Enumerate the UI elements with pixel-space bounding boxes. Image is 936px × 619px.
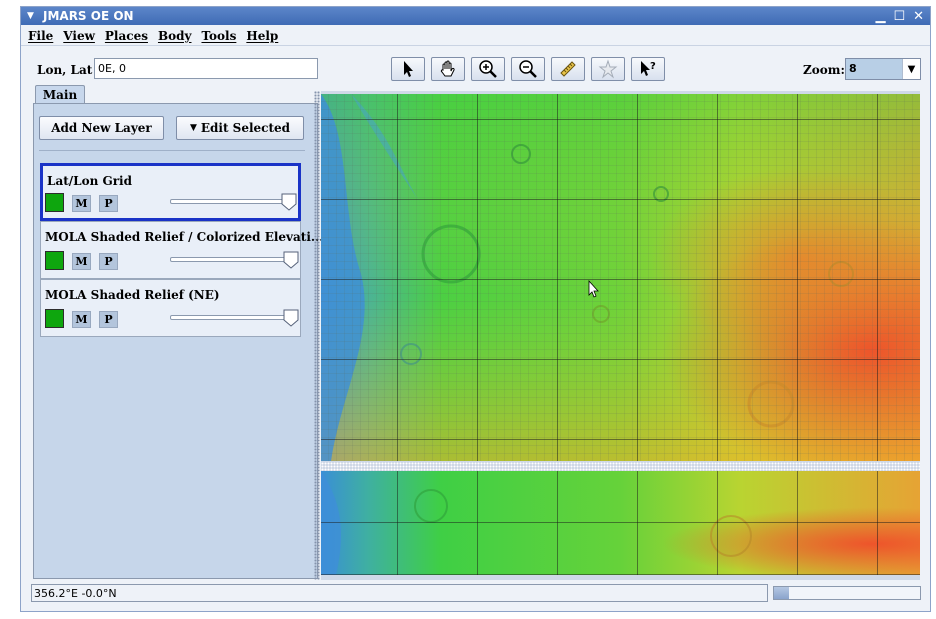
help-pointer-icon: ? (641, 61, 656, 76)
measure-tool-button[interactable] (551, 57, 585, 81)
slider-thumb-icon[interactable] (283, 251, 299, 269)
menu-body[interactable]: Body (158, 29, 192, 43)
window-title: JMARS OE ON (43, 9, 134, 23)
layer-name: MOLA Shaded Relief / Colorized Elevati..… (45, 230, 324, 244)
select-tool-button[interactable] (391, 57, 425, 81)
maximize-icon[interactable]: ☐ (893, 9, 905, 24)
menu-places[interactable]: Places (105, 29, 148, 43)
dropdown-triangle-icon: ▼ (189, 123, 197, 133)
slider-thumb-icon[interactable] (283, 309, 299, 327)
edit-selected-button[interactable]: ▼ Edit Selected (176, 116, 304, 140)
layer-opacity-slider[interactable] (170, 257, 288, 262)
minimize-icon[interactable]: ▁ (875, 9, 885, 24)
panner-map-view[interactable] (321, 471, 920, 575)
layer-main-toggle[interactable]: M (72, 311, 91, 328)
zoom-out-icon (519, 60, 537, 78)
layer-list: Lat/Lon Grid M P MOLA Shaded Relief / Co… (40, 163, 323, 337)
jmars-window: ▼ JMARS OE ON ▁ ☐ ✕ File View Places Bod… (20, 6, 931, 612)
menu-file[interactable]: File (28, 29, 53, 43)
pan-hand-icon (440, 60, 455, 77)
panner-splitter[interactable] (321, 462, 920, 471)
title-bar: ▼ JMARS OE ON ▁ ☐ ✕ (21, 7, 930, 25)
map-toolbar: ? (391, 57, 665, 81)
investigate-tool-button[interactable]: ? (631, 57, 665, 81)
layer-color-swatch[interactable] (45, 309, 64, 328)
lonlat-label: Lon, Lat (37, 63, 93, 77)
layer-opacity-slider[interactable] (170, 199, 288, 204)
pan-tool-button[interactable] (431, 57, 465, 81)
svg-text:?: ? (650, 61, 656, 72)
status-bar: 356.2°E -0.0°N (31, 584, 921, 602)
layer-color-swatch[interactable] (45, 251, 64, 270)
zoom-in-button[interactable] (471, 57, 505, 81)
edit-selected-label: Edit Selected (200, 121, 291, 135)
ruler-icon (560, 61, 576, 77)
tab-main[interactable]: Main (35, 85, 85, 104)
zoom-value: 8 (846, 59, 902, 79)
layer-manager-panel: Add New Layer ▼ Edit Selected Lat/Lon Gr… (33, 103, 323, 579)
layer-main-toggle[interactable]: M (72, 253, 91, 270)
menu-view[interactable]: View (63, 29, 95, 43)
window-menu-icon[interactable]: ▼ (27, 11, 37, 21)
main-map-view[interactable] (321, 94, 920, 461)
layer-row-mola-ne[interactable]: MOLA Shaded Relief (NE) M P (40, 279, 301, 337)
select-arrow-icon (404, 61, 413, 77)
zoom-in-icon (479, 60, 497, 78)
chevron-down-icon[interactable]: ▼ (902, 59, 920, 79)
mars-elevation-map (321, 94, 920, 461)
layer-panner-toggle[interactable]: P (99, 253, 118, 270)
layer-main-toggle[interactable]: M (72, 195, 91, 212)
window-controls: ▁ ☐ ✕ (875, 9, 930, 24)
progress-fill (774, 587, 789, 599)
zoom-label: Zoom: (803, 63, 845, 77)
zoom-out-button[interactable] (511, 57, 545, 81)
map-area (321, 91, 920, 580)
menu-tools[interactable]: Tools (201, 29, 236, 43)
layer-opacity-slider[interactable] (170, 315, 288, 320)
mars-panner-map (321, 471, 920, 575)
menu-help[interactable]: Help (246, 29, 278, 43)
progress-bar (773, 586, 921, 600)
cursor-coordinates: 356.2°E -0.0°N (31, 584, 768, 602)
menu-bar: File View Places Body Tools Help (21, 26, 930, 46)
layer-row-mola-colorized[interactable]: MOLA Shaded Relief / Colorized Elevati..… (40, 221, 323, 279)
layer-name: MOLA Shaded Relief (NE) (45, 288, 220, 302)
layer-panner-toggle[interactable]: P (99, 311, 118, 328)
star-tool-button[interactable] (591, 57, 625, 81)
layer-row-latlon-grid[interactable]: Lat/Lon Grid M P (40, 163, 301, 221)
add-new-layer-button[interactable]: Add New Layer (39, 116, 164, 140)
close-icon[interactable]: ✕ (913, 9, 924, 24)
star-icon (598, 59, 618, 79)
splitter-grip[interactable] (314, 91, 320, 580)
slider-thumb-icon[interactable] (281, 193, 297, 211)
zoom-dropdown[interactable]: 8 ▼ (845, 58, 921, 80)
layer-color-swatch[interactable] (45, 193, 64, 212)
layer-name: Lat/Lon Grid (47, 174, 133, 188)
lonlat-input[interactable] (94, 58, 318, 79)
layer-panner-toggle[interactable]: P (99, 195, 118, 212)
panel-divider (39, 150, 305, 151)
